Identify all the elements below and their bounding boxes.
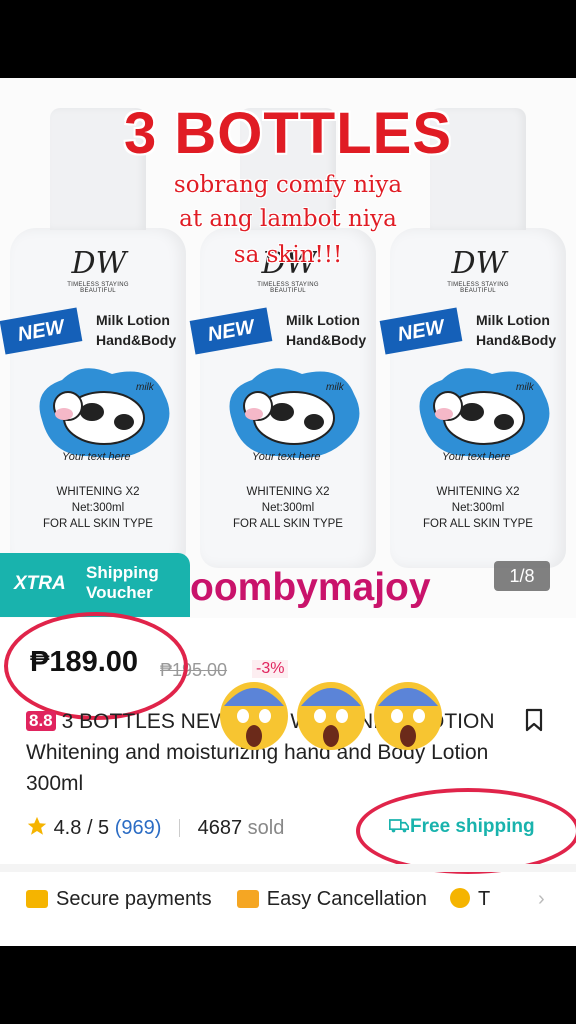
cow-splash-illustration: Your text here milk (39, 368, 170, 463)
whitening-label: WHITENING X2 (56, 486, 140, 498)
rating-row[interactable]: 4.8 / 5 (969) 4687 sold (26, 813, 284, 843)
divider (179, 819, 181, 837)
shop-watermark: oombymajoy (190, 566, 431, 609)
image-counter: 1/8 (494, 561, 550, 591)
secure-payments-label: Secure payments (56, 888, 212, 910)
overlay-title: 3 BOTTLES (123, 101, 453, 166)
sale-badge: 8.8 (26, 711, 56, 731)
easy-cancellation-label: Easy Cancellation (266, 888, 427, 910)
sold-count: 4687 (197, 817, 243, 839)
new-label: NEW (0, 307, 83, 355)
lotion-bottle-3: DW TIMELESS STAYING BEAUTIFUL NEW Milk L… (379, 108, 566, 568)
verified-check-icon (449, 888, 470, 908)
bottle-product-name: Milk Lotion Hand&Body (286, 312, 367, 348)
brand-tagline: TIMELESS STAYING BEAUTIFUL (257, 282, 319, 294)
whitening-label: WHITENING X2 (436, 486, 520, 498)
secure-payment-icon (26, 890, 48, 908)
assurance-third-label: T (477, 888, 491, 910)
product-image-carousel[interactable]: DW TIMELESS STAYING BEAUTIFUL NEW Milk L… (0, 78, 576, 618)
overlay-caption-line-1: sobrang comfy niya (173, 172, 403, 198)
svg-text:milk: milk (516, 382, 535, 393)
brand-tagline: TIMELESS STAYING BEAUTIFUL (447, 282, 509, 294)
skin-type-label: FOR ALL SKIN TYPE (423, 518, 533, 530)
easy-cancellation-icon (236, 890, 259, 908)
lotion-bottle-1: DW TIMELESS STAYING BEAUTIFUL NEW Milk L… (0, 108, 186, 568)
cow-splash-illustration: Your text here milk (419, 368, 550, 463)
scream-emoji-icon (297, 682, 365, 750)
lotion-bottle-2: DW TIMELESS STAYING BEAUTIFUL NEW Milk L… (189, 108, 376, 568)
voucher-text: Shipping Voucher (86, 563, 159, 602)
chevron-right-icon[interactable]: › (538, 884, 545, 914)
svg-text:Your text here: Your text here (252, 451, 321, 463)
skin-type-label: FOR ALL SKIN TYPE (233, 518, 343, 530)
star-icon (27, 816, 47, 835)
skin-type-label: FOR ALL SKIN TYPE (43, 518, 153, 530)
svg-text:milk: milk (326, 382, 345, 393)
bookmark-icon[interactable] (524, 708, 544, 732)
assurance-row[interactable]: Secure payments Easy Cancellation T (26, 884, 566, 914)
brand-tagline: TIMELESS STAYING BEAUTIFUL (67, 282, 129, 294)
net-volume-label: Net:300ml (71, 502, 125, 514)
svg-text:Your text here: Your text here (442, 451, 511, 463)
scream-emoji-icon (220, 682, 288, 750)
shocked-emoji-overlay (220, 682, 442, 750)
svg-text:milk: milk (136, 382, 155, 393)
rating-max: / 5 (86, 817, 110, 839)
xtra-shipping-voucher-badge: XTRA Shipping Voucher (0, 553, 190, 617)
svg-text:Your text here: Your text here (62, 451, 131, 463)
overlay-caption-line-2: at ang lambot niya (179, 206, 397, 232)
new-label: NEW (379, 307, 463, 355)
overlay-caption-line-3: sa skin!!! (233, 242, 343, 268)
xtra-label: XTRA (14, 573, 66, 594)
cow-splash-illustration: Your text here milk (229, 368, 360, 463)
net-volume-label: Net:300ml (261, 502, 315, 514)
shipping-highlight-circle (356, 788, 576, 874)
product-page: DW TIMELESS STAYING BEAUTIFUL NEW Milk L… (0, 78, 576, 946)
net-volume-label: Net:300ml (451, 502, 505, 514)
section-divider (0, 864, 576, 872)
price-highlight-circle (4, 612, 188, 720)
rating-value: 4.8 (53, 817, 82, 839)
bottle-product-name: Milk Lotion Hand&Body (96, 312, 177, 348)
scream-emoji-icon (374, 682, 442, 750)
whitening-label: WHITENING X2 (246, 486, 330, 498)
sold-label: sold (247, 817, 285, 839)
bottle-product-name: Milk Lotion Hand&Body (476, 312, 557, 348)
review-count[interactable]: (969) (115, 817, 162, 839)
new-label: NEW (189, 307, 273, 355)
